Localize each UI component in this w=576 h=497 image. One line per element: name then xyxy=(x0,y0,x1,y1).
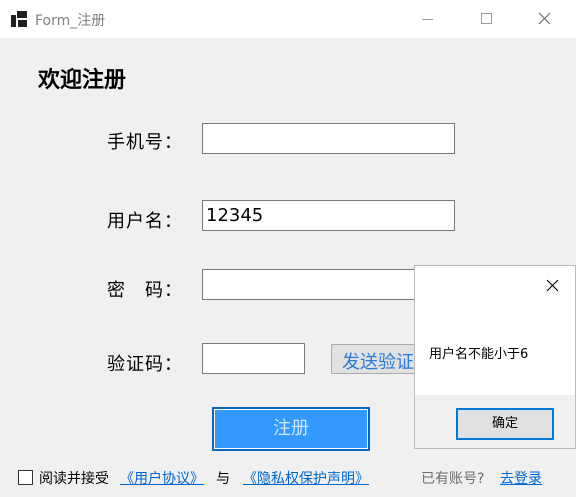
agree-checkbox[interactable] xyxy=(18,470,33,485)
dialog-close-button[interactable] xyxy=(545,278,561,294)
page-title: 欢迎注册 xyxy=(38,68,127,93)
window-title: Form_注册 xyxy=(35,13,106,29)
maximize-button[interactable] xyxy=(463,0,509,38)
password-label: 密 码： xyxy=(107,280,183,301)
agree-text: 阅读并接受 xyxy=(39,471,109,487)
have-account-text: 已有账号? xyxy=(421,471,485,487)
username-label: 用户名： xyxy=(107,211,183,232)
maximize-icon xyxy=(481,13,492,24)
phone-label: 手机号： xyxy=(107,132,183,153)
phone-input[interactable] xyxy=(202,123,455,154)
minimize-icon xyxy=(422,19,433,20)
register-button[interactable]: 注册 xyxy=(212,407,370,451)
close-icon xyxy=(546,279,559,292)
username-input[interactable] xyxy=(202,200,455,231)
app-icon xyxy=(11,11,27,27)
code-input[interactable] xyxy=(202,343,305,374)
title-bar: Form_注册 xyxy=(0,0,576,38)
dialog-message: 用户名不能小于6 xyxy=(429,347,529,362)
user-agreement-link[interactable]: 《用户协议》 xyxy=(120,468,204,488)
dialog-footer: 确定 xyxy=(415,395,575,448)
and-text: 与 xyxy=(216,471,230,487)
code-label: 验证码： xyxy=(107,354,183,375)
login-link[interactable]: 去登录 xyxy=(500,468,542,488)
message-dialog: 用户名不能小于6 确定 xyxy=(414,265,576,449)
minimize-button[interactable] xyxy=(404,0,450,38)
close-icon xyxy=(538,12,551,25)
ok-button[interactable]: 确定 xyxy=(456,408,554,440)
close-button[interactable] xyxy=(521,0,567,38)
privacy-policy-link[interactable]: 《隐私权保护声明》 xyxy=(243,468,369,488)
